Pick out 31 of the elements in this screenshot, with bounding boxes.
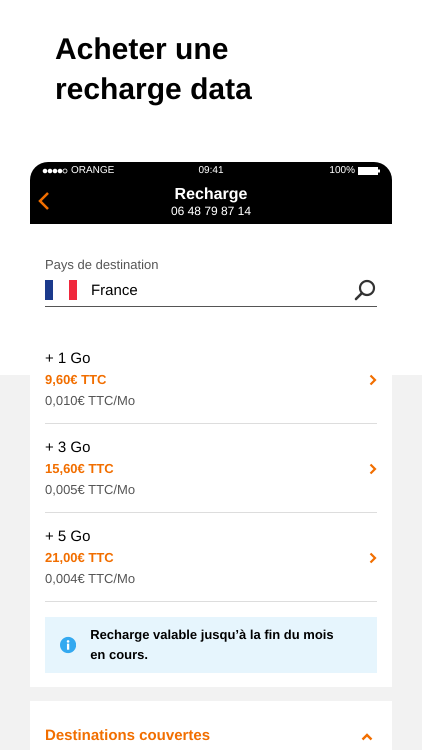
country-name: France: [91, 282, 139, 298]
back-chevron-icon: [38, 191, 50, 211]
offer-title: + 5 Go: [45, 527, 92, 547]
phone-number: 06 48 79 87 14: [170, 204, 252, 218]
info-text: Recharge valable jusqu’à la fin du mois en cours.: [90, 626, 335, 664]
offer-title: + 3 Go: [45, 438, 92, 458]
status-time: 09:41: [198, 165, 224, 176]
offer-price: 9,60€ TTC: [45, 371, 108, 389]
screen-title: Recharge: [174, 184, 248, 204]
info-icon: [60, 635, 76, 655]
unit-price: 0,005€ TTC/Mo: [45, 481, 136, 499]
chevron-right-icon: [369, 552, 377, 564]
battery-percentage: 100%: [329, 165, 355, 176]
offer-row[interactable]: + 1 Go 9,60€ TTC 0,010€ TTC/Mo: [45, 335, 377, 424]
unit-price: 0,004€ TTC/Mo: [45, 570, 136, 588]
chevron-right-icon: [369, 374, 377, 386]
chevron-right-icon: [369, 462, 377, 474]
country-field[interactable]: France: [45, 274, 377, 307]
flag-icon: [45, 280, 77, 300]
signal-icon: [42, 168, 68, 174]
search-icon: [353, 278, 377, 302]
offer-title: + 1 Go: [45, 349, 92, 369]
offer-price: 21,00€ TTC: [45, 549, 115, 567]
headline: Acheter une recharge data: [55, 32, 253, 108]
unit-price: 0,010€ TTC/Mo: [45, 392, 136, 410]
offer-row[interactable]: + 5 Go 21,00€ TTC 0,004€ TTC/Mo: [45, 513, 377, 602]
battery-icon: [358, 166, 380, 174]
offer-price: 15,60€ TTC: [45, 460, 115, 478]
offer-row[interactable]: + 3 Go 15,60€ TTC 0,005€ TTC/Mo: [45, 424, 377, 513]
field-label: Pays de destination: [45, 256, 160, 272]
carrier-name: ORANGE: [71, 165, 114, 176]
